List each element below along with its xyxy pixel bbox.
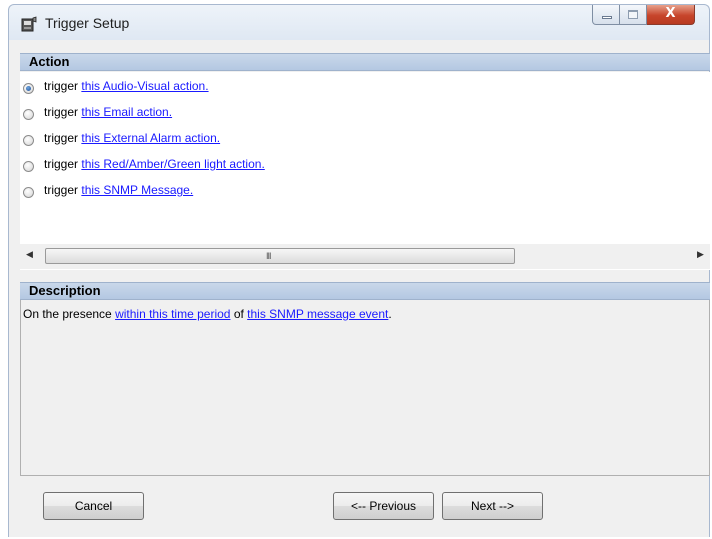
email-radio[interactable]: [23, 108, 34, 120]
action-header: Action: [20, 53, 710, 71]
action-option-external-alarm[interactable]: trigger this External Alarm action.: [20, 128, 220, 148]
external-alarm-radio[interactable]: [23, 134, 34, 146]
scroll-left-icon[interactable]: ◀: [26, 250, 33, 260]
time-period-link[interactable]: within this time period: [115, 307, 230, 321]
minimize-icon: [602, 16, 612, 19]
title-bar[interactable]: Trigger Setup X: [8, 4, 710, 40]
scrollbar-grip-icon: III: [266, 251, 271, 261]
description-text: On the presence within this time period …: [23, 307, 392, 321]
next-button[interactable]: Next -->: [442, 492, 543, 520]
action-option-rag-light[interactable]: trigger this Red/Amber/Green light actio…: [20, 154, 265, 174]
scroll-right-icon[interactable]: ▶: [697, 250, 704, 260]
description-end: .: [388, 307, 392, 321]
action-option-snmp[interactable]: trigger this SNMP Message.: [20, 180, 193, 200]
external-alarm-action-link[interactable]: this External Alarm action.: [81, 131, 220, 145]
window-controls: X: [592, 5, 695, 27]
maximize-icon: [628, 10, 638, 19]
description-start: On the presence: [23, 307, 112, 321]
option-prefix: trigger: [44, 79, 79, 93]
app-icon: [21, 16, 37, 32]
option-prefix: trigger: [44, 131, 79, 145]
audio-visual-action-link[interactable]: this Audio-Visual action.: [81, 79, 208, 93]
horizontal-scrollbar[interactable]: ◀ III ▶: [20, 244, 710, 269]
action-option-audio-visual[interactable]: trigger this Audio-Visual action.: [20, 76, 209, 96]
email-action-link[interactable]: this Email action.: [81, 105, 172, 119]
snmp-radio[interactable]: [23, 186, 34, 198]
option-prefix: trigger: [44, 105, 79, 119]
close-icon: X: [665, 6, 676, 21]
description-middle: of: [233, 307, 244, 321]
previous-button[interactable]: <-- Previous: [333, 492, 434, 520]
action-list: trigger this Audio-Visual action. trigge…: [20, 72, 710, 270]
description-panel: On the presence within this time period …: [20, 300, 710, 476]
rag-light-radio[interactable]: [23, 160, 34, 172]
option-prefix: trigger: [44, 183, 79, 197]
close-button[interactable]: X: [647, 5, 695, 25]
audio-visual-radio[interactable]: [23, 82, 34, 94]
description-header: Description: [20, 282, 710, 300]
maximize-button[interactable]: [620, 5, 647, 25]
minimize-button[interactable]: [592, 5, 620, 25]
rag-light-action-link[interactable]: this Red/Amber/Green light action.: [81, 157, 264, 171]
snmp-event-link[interactable]: this SNMP message event: [247, 307, 388, 321]
trigger-setup-window: Trigger Setup X Action trigger this Audi…: [0, 0, 712, 539]
window-title: Trigger Setup: [45, 15, 130, 31]
option-prefix: trigger: [44, 157, 79, 171]
snmp-message-link[interactable]: this SNMP Message.: [81, 183, 193, 197]
action-option-email[interactable]: trigger this Email action.: [20, 102, 172, 122]
scrollbar-thumb[interactable]: III: [45, 248, 515, 264]
cancel-button[interactable]: Cancel: [43, 492, 144, 520]
